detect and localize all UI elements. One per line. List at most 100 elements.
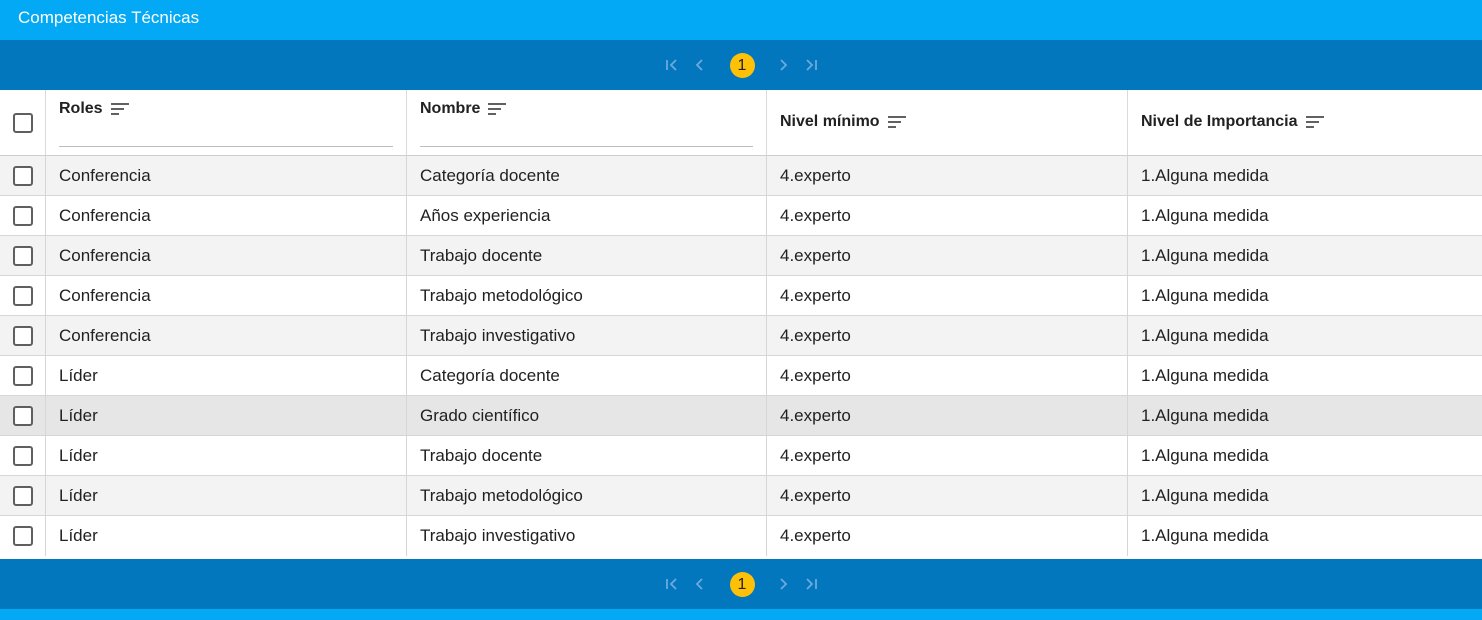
row-select-cell bbox=[0, 236, 46, 275]
table-row[interactable]: Líder Grado científico 4.experto 1.Algun… bbox=[0, 396, 1482, 436]
first-page-button[interactable] bbox=[660, 53, 684, 77]
cell-nivel-minimo: 4.experto bbox=[767, 156, 1128, 195]
last-page-button[interactable] bbox=[799, 572, 823, 596]
cell-rol: Conferencia bbox=[46, 156, 407, 195]
header-nombre-label-wrap: Nombre bbox=[420, 100, 508, 118]
row-checkbox[interactable] bbox=[12, 445, 33, 466]
current-page-badge[interactable]: 1 bbox=[729, 571, 755, 597]
table-row[interactable]: Líder Trabajo docente 4.experto 1.Alguna… bbox=[0, 436, 1482, 476]
cell-nivel-importancia: 1.Alguna medida bbox=[1141, 325, 1269, 345]
row-select-cell bbox=[0, 196, 46, 235]
cell-rol: Líder bbox=[46, 396, 407, 435]
cell-rol: Conferencia bbox=[46, 236, 407, 275]
cell-nivel-importancia: 1.Alguna medida bbox=[1141, 245, 1269, 265]
cell-nivel-importancia: 1.Alguna medida bbox=[1141, 445, 1269, 465]
competencias-grid: Roles Nombre Nivel mínimo Nivel de Impor… bbox=[0, 90, 1482, 556]
row-checkbox[interactable] bbox=[12, 526, 33, 546]
cell-rol: Líder bbox=[46, 476, 407, 515]
cell-nombre: Trabajo investigativo bbox=[407, 516, 767, 556]
cell-nivel-minimo: 4.experto bbox=[767, 196, 1128, 235]
row-checkbox[interactable] bbox=[12, 245, 33, 266]
sort-icon[interactable] bbox=[488, 102, 508, 116]
next-page-button[interactable] bbox=[771, 53, 795, 77]
prev-page-button[interactable] bbox=[688, 572, 712, 596]
row-checkbox[interactable] bbox=[12, 365, 33, 386]
cell-nombre: Categoría docente bbox=[407, 356, 767, 395]
table-row[interactable]: Líder Trabajo metodológico 4.experto 1.A… bbox=[0, 476, 1482, 516]
footer-strip bbox=[0, 609, 1482, 620]
cell-nombre: Trabajo docente bbox=[407, 436, 767, 475]
cell-nivel-importancia: 1.Alguna medida bbox=[1141, 526, 1269, 545]
nombre-filter-input[interactable] bbox=[420, 146, 753, 147]
cell-nombre: Trabajo investigativo bbox=[407, 316, 767, 355]
cell-nivel-importancia: 1.Alguna medida bbox=[1141, 365, 1269, 385]
cell-nivel-minimo: 4.experto bbox=[767, 436, 1128, 475]
header-nombre-label[interactable]: Nombre bbox=[420, 100, 480, 118]
row-checkbox[interactable] bbox=[12, 205, 33, 226]
cell-nivel-minimo: 4.experto bbox=[767, 516, 1128, 556]
table-row[interactable]: Conferencia Trabajo investigativo 4.expe… bbox=[0, 316, 1482, 356]
header-nivel-importancia-label[interactable]: Nivel de Importancia bbox=[1141, 113, 1298, 131]
header-nivel-minimo-label-wrap: Nivel mínimo bbox=[780, 113, 908, 131]
table-row[interactable]: Líder Trabajo investigativo 4.experto 1.… bbox=[0, 516, 1482, 556]
cell-rol: Conferencia bbox=[46, 316, 407, 355]
cell-nivel-importancia: 1.Alguna medida bbox=[1141, 165, 1269, 185]
first-page-icon bbox=[665, 578, 677, 590]
cell-nivel-importancia: 1.Alguna medida bbox=[1141, 405, 1269, 425]
prev-page-icon bbox=[695, 578, 703, 590]
cell-nivel-minimo: 4.experto bbox=[767, 476, 1128, 515]
header-nombre: Nombre bbox=[407, 90, 767, 155]
row-select-cell bbox=[0, 436, 46, 475]
pager-top: 1 bbox=[0, 40, 1482, 90]
sort-icon[interactable] bbox=[887, 115, 908, 129]
table-row[interactable]: Líder Categoría docente 4.experto 1.Algu… bbox=[0, 356, 1482, 396]
cell-rol: Conferencia bbox=[46, 196, 407, 235]
first-page-icon bbox=[665, 59, 677, 71]
table-row[interactable]: Conferencia Trabajo docente 4.experto 1.… bbox=[0, 236, 1482, 276]
cell-rol: Líder bbox=[46, 436, 407, 475]
pager-bottom: 1 bbox=[0, 559, 1482, 609]
table-row[interactable]: Conferencia Trabajo metodológico 4.exper… bbox=[0, 276, 1482, 316]
last-page-icon bbox=[805, 59, 817, 71]
next-page-icon bbox=[779, 578, 787, 590]
current-page-badge[interactable]: 1 bbox=[729, 52, 755, 78]
prev-page-button[interactable] bbox=[688, 53, 712, 77]
cell-nivel-minimo: 4.experto bbox=[767, 356, 1128, 395]
cell-nivel-importancia: 1.Alguna medida bbox=[1141, 485, 1269, 505]
row-select-cell bbox=[0, 156, 46, 195]
first-page-button[interactable] bbox=[660, 572, 684, 596]
header-nivel-minimo-label[interactable]: Nivel mínimo bbox=[780, 113, 880, 131]
table-row[interactable]: Conferencia Años experiencia 4.experto 1… bbox=[0, 196, 1482, 236]
cell-nivel-minimo: 4.experto bbox=[767, 316, 1128, 355]
cell-nivel-minimo: 4.experto bbox=[767, 236, 1128, 275]
next-page-icon bbox=[779, 59, 787, 71]
page-title: Competencias Técnicas bbox=[0, 0, 1482, 40]
roles-filter-input[interactable] bbox=[59, 146, 393, 147]
cell-nombre: Categoría docente bbox=[407, 156, 767, 195]
cell-rol: Conferencia bbox=[46, 276, 407, 315]
row-checkbox[interactable] bbox=[12, 285, 33, 306]
header-roles-label[interactable]: Roles bbox=[59, 100, 103, 118]
sort-icon[interactable] bbox=[110, 102, 131, 116]
last-page-button[interactable] bbox=[799, 53, 823, 77]
cell-rol: Líder bbox=[46, 356, 407, 395]
table-row[interactable]: Conferencia Categoría docente 4.experto … bbox=[0, 156, 1482, 196]
cell-nombre: Grado científico bbox=[407, 396, 767, 435]
sort-icon[interactable] bbox=[1305, 115, 1326, 129]
row-checkbox[interactable] bbox=[12, 325, 33, 346]
cell-nombre: Años experiencia bbox=[407, 196, 767, 235]
cell-rol: Líder bbox=[46, 516, 407, 556]
row-select-cell bbox=[0, 476, 46, 515]
header-nivel-minimo: Nivel mínimo bbox=[767, 90, 1128, 155]
cell-nivel-minimo: 4.experto bbox=[767, 396, 1128, 435]
select-all-checkbox[interactable] bbox=[12, 112, 33, 133]
row-checkbox[interactable] bbox=[12, 405, 33, 426]
row-select-cell bbox=[0, 356, 46, 395]
header-roles: Roles bbox=[46, 90, 407, 155]
row-checkbox[interactable] bbox=[12, 165, 33, 186]
next-page-button[interactable] bbox=[771, 572, 795, 596]
row-checkbox[interactable] bbox=[12, 485, 33, 506]
prev-page-icon bbox=[695, 59, 703, 71]
row-select-cell bbox=[0, 396, 46, 435]
cell-nivel-minimo: 4.experto bbox=[767, 276, 1128, 315]
